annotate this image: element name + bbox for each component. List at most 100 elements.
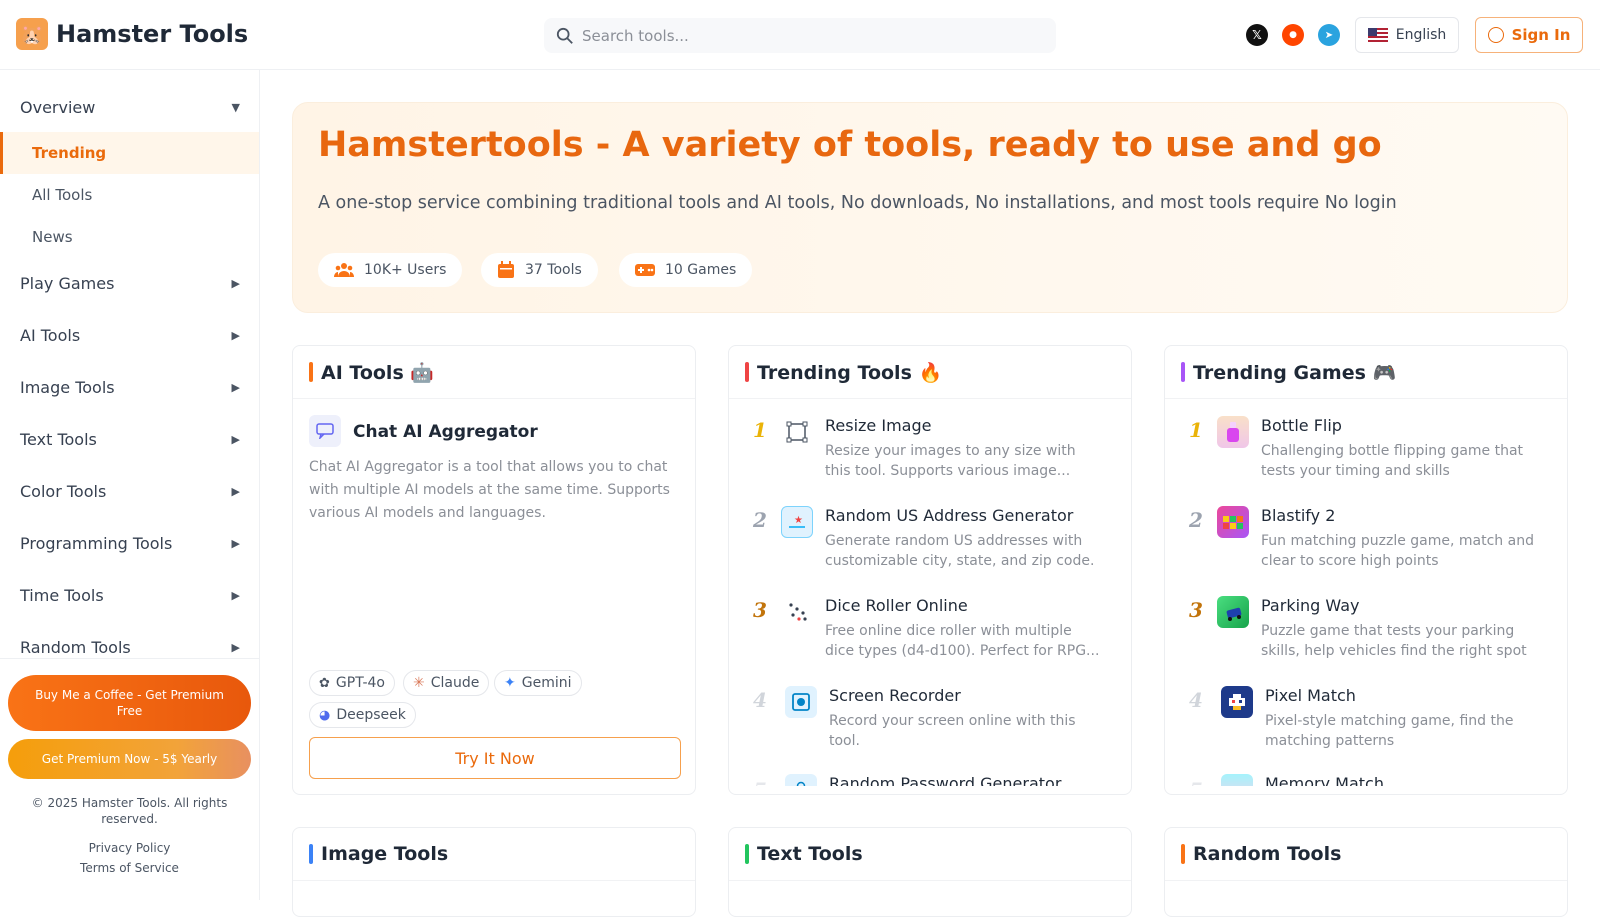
sidebar-group-text-tools[interactable]: Text Tools ▶ xyxy=(20,430,240,449)
card-title: Trending Tools 🔥 xyxy=(757,361,943,384)
model-chip-gpt4o: ✿ GPT-4o xyxy=(309,670,395,696)
tool-description: Free online dice roller with multiple di… xyxy=(825,623,1100,659)
trending-games-card: Trending Games 🎮 1 Bottle Flip Challengi… xyxy=(1164,345,1568,795)
sign-in-button[interactable]: Sign In xyxy=(1475,17,1583,53)
us-flag-icon xyxy=(1367,28,1388,42)
terms-of-service-link[interactable]: Terms of Service xyxy=(0,861,259,875)
sidebar-group-label: Play Games xyxy=(20,274,115,293)
hamster-logo-icon: 🐹 xyxy=(16,18,48,50)
model-chip-deepseek: ◕ Deepseek xyxy=(309,702,416,728)
caret-right-icon: ▶ xyxy=(231,381,240,394)
parking-game-icon xyxy=(1217,596,1249,628)
stat-tools: 37 Tools xyxy=(481,253,598,287)
sidebar-group-label: Random Tools xyxy=(20,638,131,657)
rank-number: 4 xyxy=(1189,688,1203,712)
sidebar-group-label: AI Tools xyxy=(20,326,81,345)
sidebar-group-label: Overview xyxy=(20,98,96,117)
tool-description: Record your screen online with this tool… xyxy=(829,713,1076,749)
accent-bar xyxy=(1181,844,1185,864)
game-title[interactable]: Parking Way xyxy=(1261,596,1359,615)
tool-title[interactable]: Screen Recorder xyxy=(829,686,961,705)
caret-right-icon: ▶ xyxy=(231,641,240,654)
sidebar-item-all-tools[interactable]: All Tools xyxy=(0,174,259,216)
search-input[interactable] xyxy=(582,26,1022,45)
sidebar-group-play-games[interactable]: Play Games ▶ xyxy=(20,274,240,293)
trending-tools-list: 1 Resize Image Resize your images to any… xyxy=(729,400,1131,786)
sidebar-item-trending[interactable]: Trending xyxy=(0,132,259,174)
card-header: Random Tools xyxy=(1165,828,1567,881)
tool-title[interactable]: Dice Roller Online xyxy=(825,596,968,615)
top-header: 🐹 Hamster Tools 𝕏 ● ➤ English Sign In xyxy=(0,0,1600,70)
rank-number: 5 xyxy=(753,778,767,786)
game-title[interactable]: Blastify 2 xyxy=(1261,506,1335,525)
game-title[interactable]: Memory Match xyxy=(1265,774,1384,786)
tool-title[interactable]: Random US Address Generator xyxy=(825,506,1073,525)
reddit-icon[interactable]: ● xyxy=(1282,24,1304,46)
logo-link[interactable]: 🐹 Hamster Tools xyxy=(16,18,248,50)
sidebar-group-programming-tools[interactable]: Programming Tools ▶ xyxy=(20,534,240,553)
claude-icon: ✳ xyxy=(413,675,425,691)
ai-item-title[interactable]: Chat AI Aggregator xyxy=(353,422,538,442)
user-icon xyxy=(1487,27,1504,43)
sidebar-item-news[interactable]: News xyxy=(0,216,259,258)
calendar-icon xyxy=(498,261,514,278)
x-icon[interactable]: 𝕏 xyxy=(1246,24,1268,46)
accent-bar xyxy=(309,362,313,382)
card-header: Text Tools xyxy=(729,828,1131,881)
get-premium-button[interactable]: Get Premium Now - 5$ Yearly xyxy=(8,739,251,779)
rank-number: 4 xyxy=(753,688,767,712)
language-selector[interactable]: English xyxy=(1355,17,1459,53)
openai-icon: ✿ xyxy=(319,675,330,691)
try-it-now-button[interactable]: Try It Now xyxy=(309,737,681,779)
rank-number: 3 xyxy=(1189,598,1203,622)
sidebar-group-label: Color Tools xyxy=(20,482,107,501)
stat-users: 10K+ Users xyxy=(318,253,463,287)
ai-tools-card: AI Tools 🤖 Chat AI Aggregator Chat AI Ag… xyxy=(292,345,696,795)
copyright-text: © 2025 Hamster Tools. All rights reserve… xyxy=(31,796,228,826)
search-box[interactable] xyxy=(544,18,1056,53)
trending-tools-card: Trending Tools 🔥 1 Resize Image Resize y… xyxy=(728,345,1132,795)
game-description: Challenging bottle flipping game that te… xyxy=(1261,443,1524,479)
stat-users-label: 10K+ Users xyxy=(364,262,447,278)
blastify-game-icon xyxy=(1217,506,1249,538)
buy-coffee-button[interactable]: Buy Me a Coffee - Get Premium Free xyxy=(8,675,251,731)
sidebar-group-random-tools[interactable]: Random Tools ▶ xyxy=(20,638,240,657)
rank-number: 1 xyxy=(753,418,767,442)
model-chip-claude: ✳ Claude xyxy=(403,670,490,696)
random-tools-card: Random Tools xyxy=(1164,827,1568,917)
caret-right-icon: ▶ xyxy=(231,277,240,290)
card-title: Text Tools xyxy=(757,843,863,865)
sidebar-group-image-tools[interactable]: Image Tools ▶ xyxy=(20,378,240,397)
tool-title[interactable]: Resize Image xyxy=(825,416,931,435)
sidebar-group-time-tools[interactable]: Time Tools ▶ xyxy=(20,586,240,605)
telegram-icon[interactable]: ➤ xyxy=(1318,24,1340,46)
image-tools-card: Image Tools xyxy=(292,827,696,917)
sidebar-footer: Buy Me a Coffee - Get Premium Free Get P… xyxy=(0,658,259,900)
chat-bubble-icon xyxy=(309,415,341,447)
hero-title: Hamstertools - A variety of tools, ready… xyxy=(318,125,1382,165)
sidebar-group-overview[interactable]: Overview ▼ xyxy=(20,98,240,117)
sidebar-group-ai-tools[interactable]: AI Tools ▶ xyxy=(20,326,240,345)
card-header: Trending Tools 🔥 xyxy=(729,346,1131,399)
sidebar-group-color-tools[interactable]: Color Tools ▶ xyxy=(20,482,240,501)
screen-record-icon xyxy=(785,686,817,718)
card-title: Image Tools xyxy=(321,843,449,865)
game-title[interactable]: Bottle Flip xyxy=(1261,416,1342,435)
sidebar-group-label: Image Tools xyxy=(20,378,115,397)
memory-match-game-icon xyxy=(1221,774,1253,786)
text-tools-card: Text Tools xyxy=(728,827,1132,917)
tool-title[interactable]: Random Password Generator xyxy=(829,774,1061,786)
caret-right-icon: ▶ xyxy=(231,485,240,498)
privacy-policy-link[interactable]: Privacy Policy xyxy=(0,841,259,855)
rank-number: 5 xyxy=(1189,778,1203,786)
hero-banner: Hamstertools - A variety of tools, ready… xyxy=(292,102,1568,313)
card-title: AI Tools 🤖 xyxy=(321,361,435,384)
deepseek-icon: ◕ xyxy=(319,707,331,723)
stat-tools-label: 37 Tools xyxy=(525,262,582,278)
site-title: Hamster Tools xyxy=(56,20,249,48)
accent-bar xyxy=(745,844,749,864)
chip-label: Gemini xyxy=(521,675,572,691)
resize-icon xyxy=(781,416,813,448)
game-title[interactable]: Pixel Match xyxy=(1265,686,1356,705)
model-chip-gemini: ✦ Gemini xyxy=(494,670,582,696)
